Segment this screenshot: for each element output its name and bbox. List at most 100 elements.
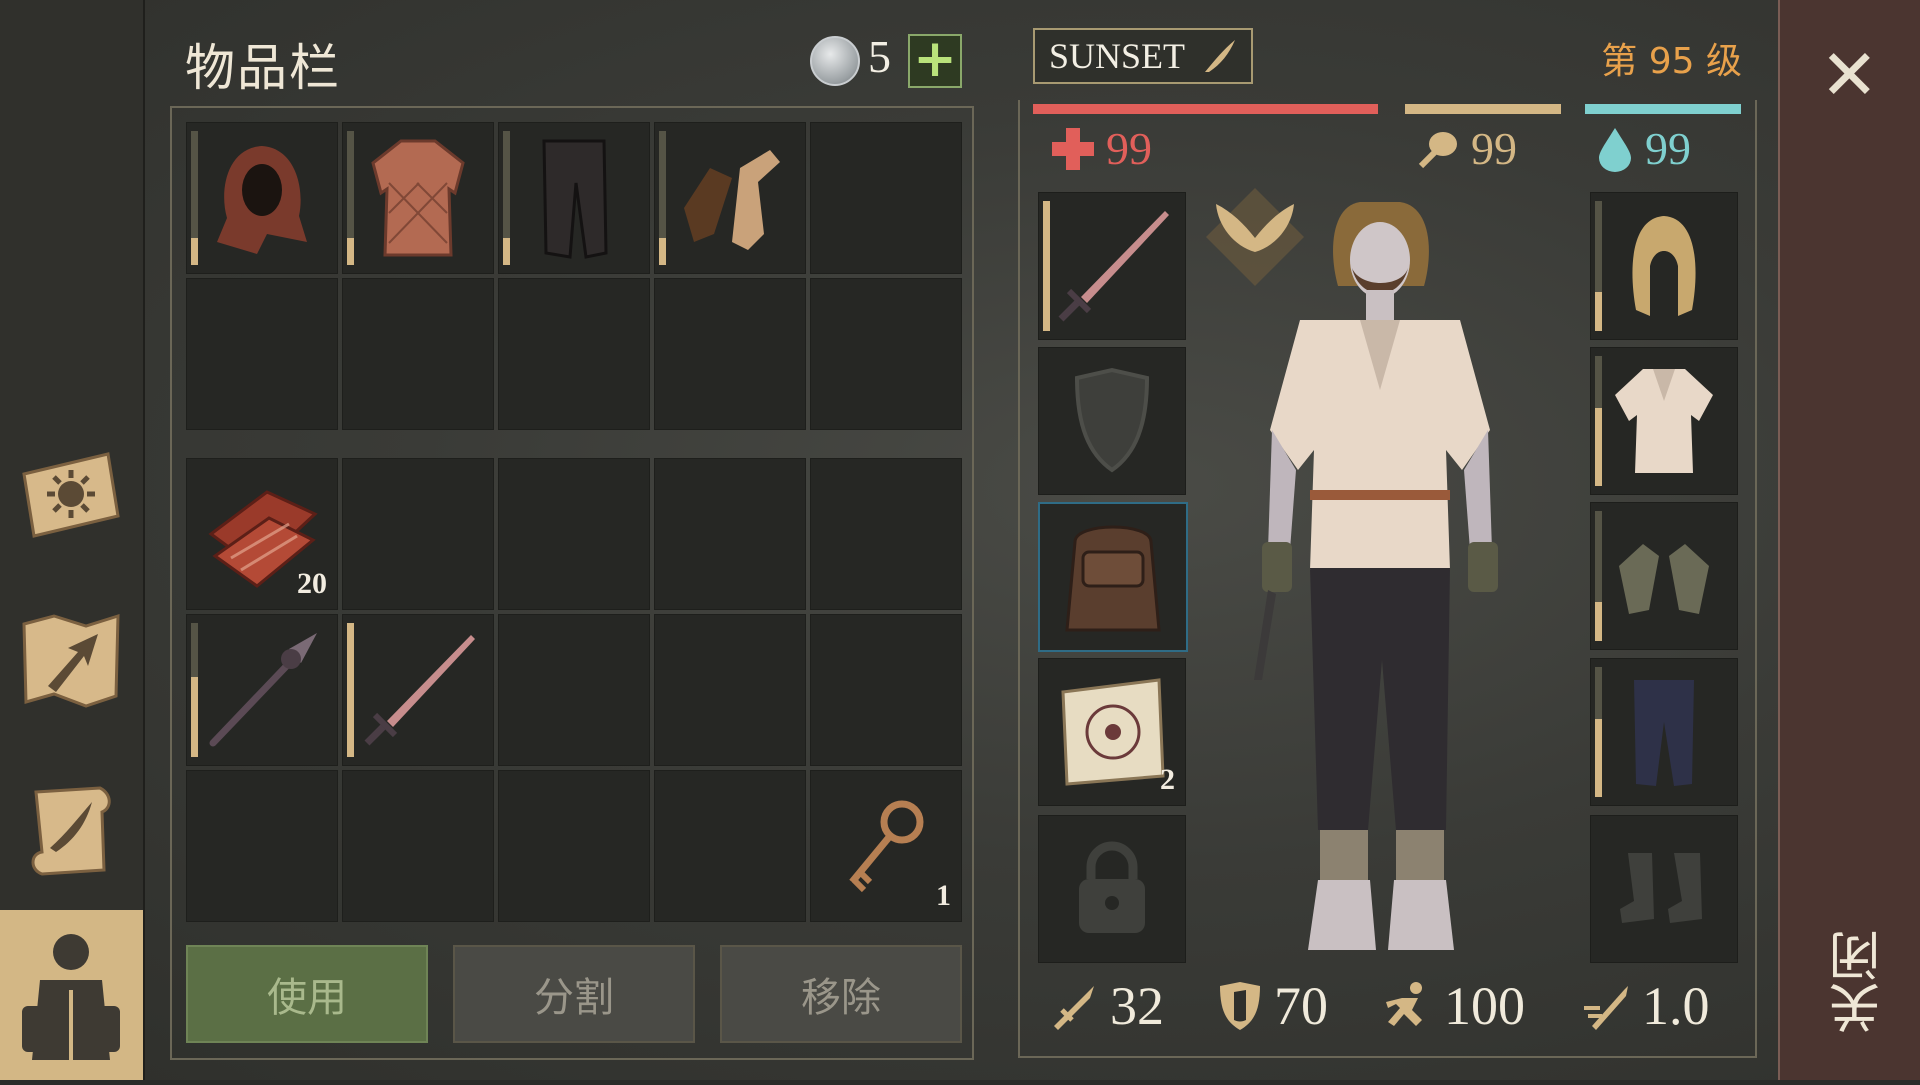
- inventory-slot-empty[interactable]: [498, 614, 650, 766]
- top-item-grid: [186, 122, 962, 430]
- sword-icon: [364, 635, 475, 746]
- durability-bar: [1595, 356, 1602, 486]
- inventory-slot-meat[interactable]: 20: [186, 458, 338, 610]
- currency-count: 5: [868, 31, 891, 82]
- inventory-slot-key[interactable]: 1: [810, 770, 962, 922]
- character-name: SUNSET: [1049, 36, 1186, 76]
- inventory-slot-empty[interactable]: [342, 278, 494, 430]
- character-backpack-icon: [22, 934, 120, 1060]
- pants-icon: [542, 139, 608, 259]
- inventory-slot-empty[interactable]: [342, 458, 494, 610]
- durability-bar: [503, 131, 510, 265]
- cap-icon: [1632, 216, 1696, 316]
- use-button[interactable]: 使用: [186, 945, 428, 1043]
- durability-bar: [347, 131, 354, 265]
- inventory-slot-empty[interactable]: [654, 614, 806, 766]
- split-button[interactable]: 分割: [453, 945, 695, 1043]
- mittens-icon: [1619, 544, 1709, 614]
- close-icon[interactable]: ✕: [1820, 40, 1879, 110]
- item-quantity: 20: [297, 567, 327, 600]
- add-currency-button[interactable]: +: [908, 33, 962, 88]
- armor-value: 70: [1274, 976, 1328, 1036]
- durability-bar: [1595, 511, 1602, 641]
- inventory-slot-empty[interactable]: [186, 278, 338, 430]
- health-bar: [1033, 104, 1378, 114]
- scroll-quill-icon: [31, 786, 111, 876]
- quests-button[interactable]: [12, 770, 130, 888]
- item-quantity: 2: [1160, 763, 1175, 796]
- attack-speed-icon: [1584, 986, 1628, 1030]
- sun-book-icon: [22, 452, 120, 538]
- inventory-slot-empty[interactable]: [810, 614, 962, 766]
- inventory-slot-empty[interactable]: [186, 770, 338, 922]
- food-bar: [1405, 104, 1561, 114]
- legs-slot[interactable]: [1590, 658, 1738, 806]
- trousers-icon: [1634, 680, 1694, 786]
- inventory-slot-gloves[interactable]: [654, 122, 806, 274]
- torso-slot[interactable]: [1590, 347, 1738, 495]
- locked-slot[interactable]: [1038, 815, 1186, 963]
- remove-button[interactable]: 移除: [720, 945, 962, 1043]
- character-name-box[interactable]: SUNSET: [1033, 28, 1253, 84]
- food-stat: 99: [1415, 122, 1517, 175]
- map-button[interactable]: [12, 600, 130, 718]
- damage-value: 32: [1110, 976, 1164, 1036]
- close-label[interactable]: 关闭: [1822, 930, 1897, 1034]
- inventory-slot-empty[interactable]: [498, 278, 650, 430]
- water-drop-icon: [1599, 127, 1631, 172]
- bottom-item-grid: 20 1: [186, 458, 962, 922]
- feet-slot[interactable]: [1590, 815, 1738, 963]
- speed-stat: 100: [1382, 975, 1525, 1037]
- attack-speed-stat: 1.0: [1580, 975, 1710, 1037]
- durability-bar: [1595, 667, 1602, 797]
- attack-speed-value: 1.0: [1642, 976, 1710, 1036]
- hands-slot[interactable]: [1590, 502, 1738, 650]
- edit-quill-icon: [1205, 40, 1236, 72]
- close-panel[interactable]: [1778, 0, 1920, 1080]
- inventory-slot-empty[interactable]: [342, 770, 494, 922]
- sword-icon: [1058, 211, 1169, 322]
- inventory-slot-empty[interactable]: [810, 278, 962, 430]
- damage-stat: 32: [1048, 975, 1164, 1037]
- water-value: 99: [1645, 123, 1691, 174]
- inventory-slot-hood[interactable]: [186, 122, 338, 274]
- head-slot[interactable]: [1590, 192, 1738, 340]
- backpack-icon: [1065, 525, 1161, 632]
- boots-icon: [1620, 853, 1702, 923]
- inventory-slot-empty[interactable]: [498, 770, 650, 922]
- character-model: [1254, 202, 1498, 950]
- weapon-slot[interactable]: [1038, 192, 1186, 340]
- inventory-slot-gambeson[interactable]: [342, 122, 494, 274]
- shield-slot[interactable]: [1038, 347, 1186, 495]
- food-value: 99: [1471, 123, 1517, 174]
- drumstick-icon: [1418, 131, 1457, 168]
- scroll-slot[interactable]: 2: [1038, 658, 1186, 806]
- water-stat: 99: [1595, 122, 1691, 175]
- inventory-slot-empty[interactable]: [654, 770, 806, 922]
- spear-icon: [209, 633, 317, 747]
- speed-value: 100: [1444, 976, 1525, 1036]
- currency-icon: [810, 36, 860, 86]
- left-nav: [0, 0, 145, 1080]
- journal-button[interactable]: [12, 430, 130, 548]
- inventory-slot-spear[interactable]: [186, 614, 338, 766]
- inventory-slot-empty[interactable]: [654, 278, 806, 430]
- durability-bar: [659, 131, 666, 265]
- inventory-slot-pants[interactable]: [498, 122, 650, 274]
- inventory-slot-empty[interactable]: [498, 458, 650, 610]
- running-icon: [1386, 982, 1422, 1026]
- inventory-slot-empty[interactable]: [654, 458, 806, 610]
- gloves-icon: [684, 150, 780, 250]
- inventory-slot-sword[interactable]: [342, 614, 494, 766]
- inventory-slot-empty[interactable]: [810, 122, 962, 274]
- health-value: 99: [1106, 123, 1152, 174]
- hood-icon: [217, 146, 307, 254]
- lock-icon: [1079, 841, 1145, 933]
- character-level: 第 95 级: [1601, 41, 1742, 82]
- inventory-tab[interactable]: [0, 910, 143, 1080]
- damage-icon: [1054, 986, 1094, 1030]
- inventory-slot-empty[interactable]: [810, 458, 962, 610]
- backpack-slot[interactable]: [1038, 502, 1188, 652]
- shield-icon: [1074, 367, 1150, 473]
- water-bar: [1585, 104, 1741, 114]
